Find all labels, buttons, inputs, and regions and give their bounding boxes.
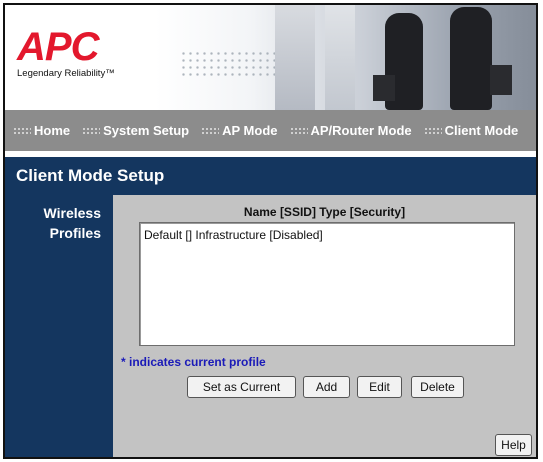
nav-item-system-setup[interactable]: System Setup — [82, 123, 189, 138]
nav-item-ap-router-mode[interactable]: AP/Router Mode — [289, 123, 412, 138]
current-profile-note: * indicates current profile — [121, 355, 266, 369]
nav-item-client-mode[interactable]: Client Mode — [423, 123, 519, 138]
nav-item-label: AP/Router Mode — [310, 123, 412, 138]
edit-button[interactable]: Edit — [357, 376, 402, 398]
dots-icon — [201, 126, 220, 135]
help-button[interactable]: Help — [495, 434, 532, 456]
section-label: Wireless Profiles — [44, 203, 101, 243]
building-image — [275, 5, 315, 110]
page-title: Client Mode Setup — [16, 166, 165, 185]
dots-icon — [82, 126, 101, 135]
top-nav: Home System Setup AP Mode AP/Router Mode… — [5, 110, 536, 151]
section-label-column: Wireless Profiles — [5, 195, 113, 457]
briefcase-image — [373, 75, 395, 101]
app-frame: APC Legendary Reliability™ Home System S… — [3, 3, 538, 459]
dots-icon — [423, 126, 442, 135]
businessman-image — [450, 7, 492, 110]
profiles-listbox[interactable]: Default [] Infrastructure [Disabled] — [139, 222, 515, 346]
briefcase-image — [490, 65, 512, 95]
nav-item-label: AP Mode — [222, 123, 278, 138]
list-item[interactable]: Default [] Infrastructure [Disabled] — [140, 223, 514, 247]
apc-logo: APC Legendary Reliability™ — [17, 27, 115, 79]
section-label-line: Profiles — [49, 225, 101, 241]
nav-item-home[interactable]: Home — [13, 123, 70, 138]
list-column-header: Name [SSID] Type [Security] — [243, 205, 406, 219]
profiles-panel: Name [SSID] Type [Security] Default [] I… — [113, 195, 536, 457]
nav-item-label: System Setup — [103, 123, 190, 138]
building-image — [325, 5, 355, 110]
nav-item-ap-mode[interactable]: AP Mode — [201, 123, 278, 138]
nav-item-label: Home — [34, 123, 71, 138]
set-as-current-button[interactable]: Set as Current — [187, 376, 296, 398]
page-title-bar: Client Mode Setup — [5, 157, 536, 195]
add-button[interactable]: Add — [303, 376, 350, 398]
dots-icon — [13, 126, 31, 135]
section-label-line: Wireless — [43, 205, 101, 221]
logo-tagline: Legendary Reliability™ — [17, 68, 115, 79]
nav-item-label: Client Mode — [444, 123, 519, 138]
logo-text: APC — [17, 25, 99, 69]
delete-button[interactable]: Delete — [411, 376, 464, 398]
header-banner: APC Legendary Reliability™ — [5, 5, 536, 110]
dot-pattern-decoration — [180, 50, 275, 80]
dots-icon — [289, 126, 308, 135]
